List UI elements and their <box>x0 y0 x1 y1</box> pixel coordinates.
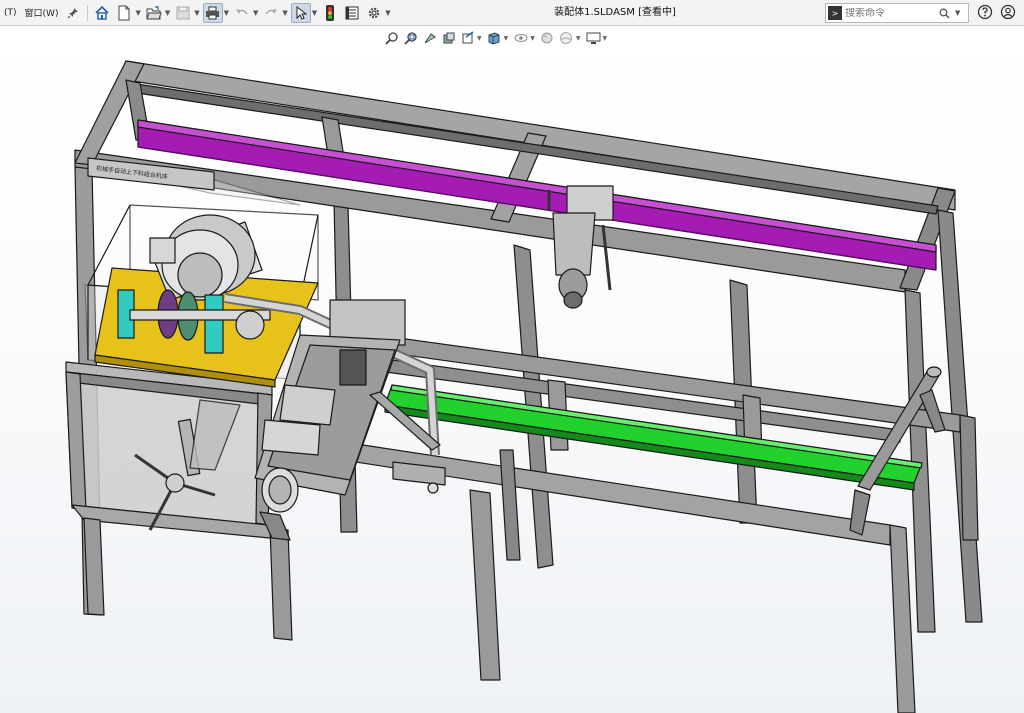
left-table <box>65 361 293 641</box>
roller-stand <box>849 366 946 536</box>
assembly-model[interactable]: 机械手自动上下料组合机床 <box>0 0 1024 713</box>
